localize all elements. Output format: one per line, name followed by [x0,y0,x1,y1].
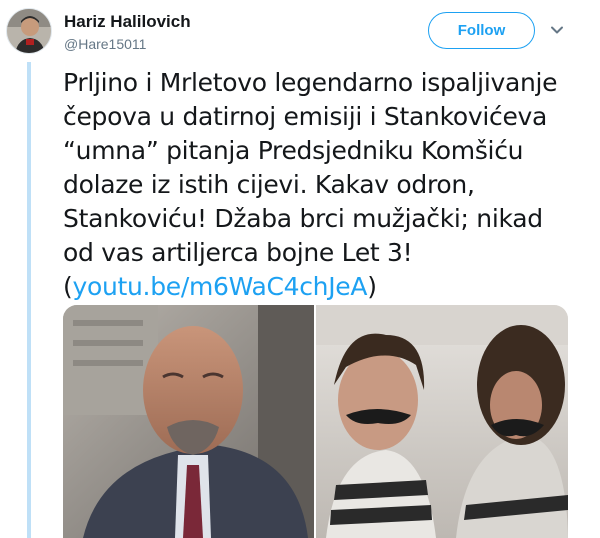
tweet-line: čepova u datirnoj emisiji i Stankovićeva [63,102,548,131]
thread-line [27,62,31,538]
tweet-link-line: (youtu.be/m6WaC4chJeA) [63,270,593,304]
tweet-line: Stankoviću! Džaba brci mužjački; nikad [63,204,543,233]
tweet-line: “umna” pitanja Predsjedniku Komšiću [63,136,524,165]
tweet-line: od vas artiljerca bojne Let 3! [63,238,413,267]
tweet-text: Prljino i Mrletovo legendarno ispaljivan… [63,66,593,304]
user-name[interactable]: Hariz Halilovich [64,12,191,32]
tweet-line: dolaze iz istih cijevi. Kakav odron, [63,170,475,199]
chevron-down-icon[interactable] [549,22,565,38]
tweet-link[interactable]: youtu.be/m6WaC4chJeA [72,272,367,301]
media-photo-right[interactable] [316,305,568,538]
media-photo-left[interactable] [63,305,314,538]
follow-button[interactable]: Follow [428,12,535,49]
user-handle[interactable]: @Hare15011 [64,35,146,53]
link-close-paren: ) [367,272,377,301]
tweet-line: Prljino i Mrletovo legendarno ispaljivan… [63,68,558,97]
media-grid[interactable] [63,305,568,538]
avatar-image [7,9,51,53]
avatar[interactable] [6,8,52,54]
